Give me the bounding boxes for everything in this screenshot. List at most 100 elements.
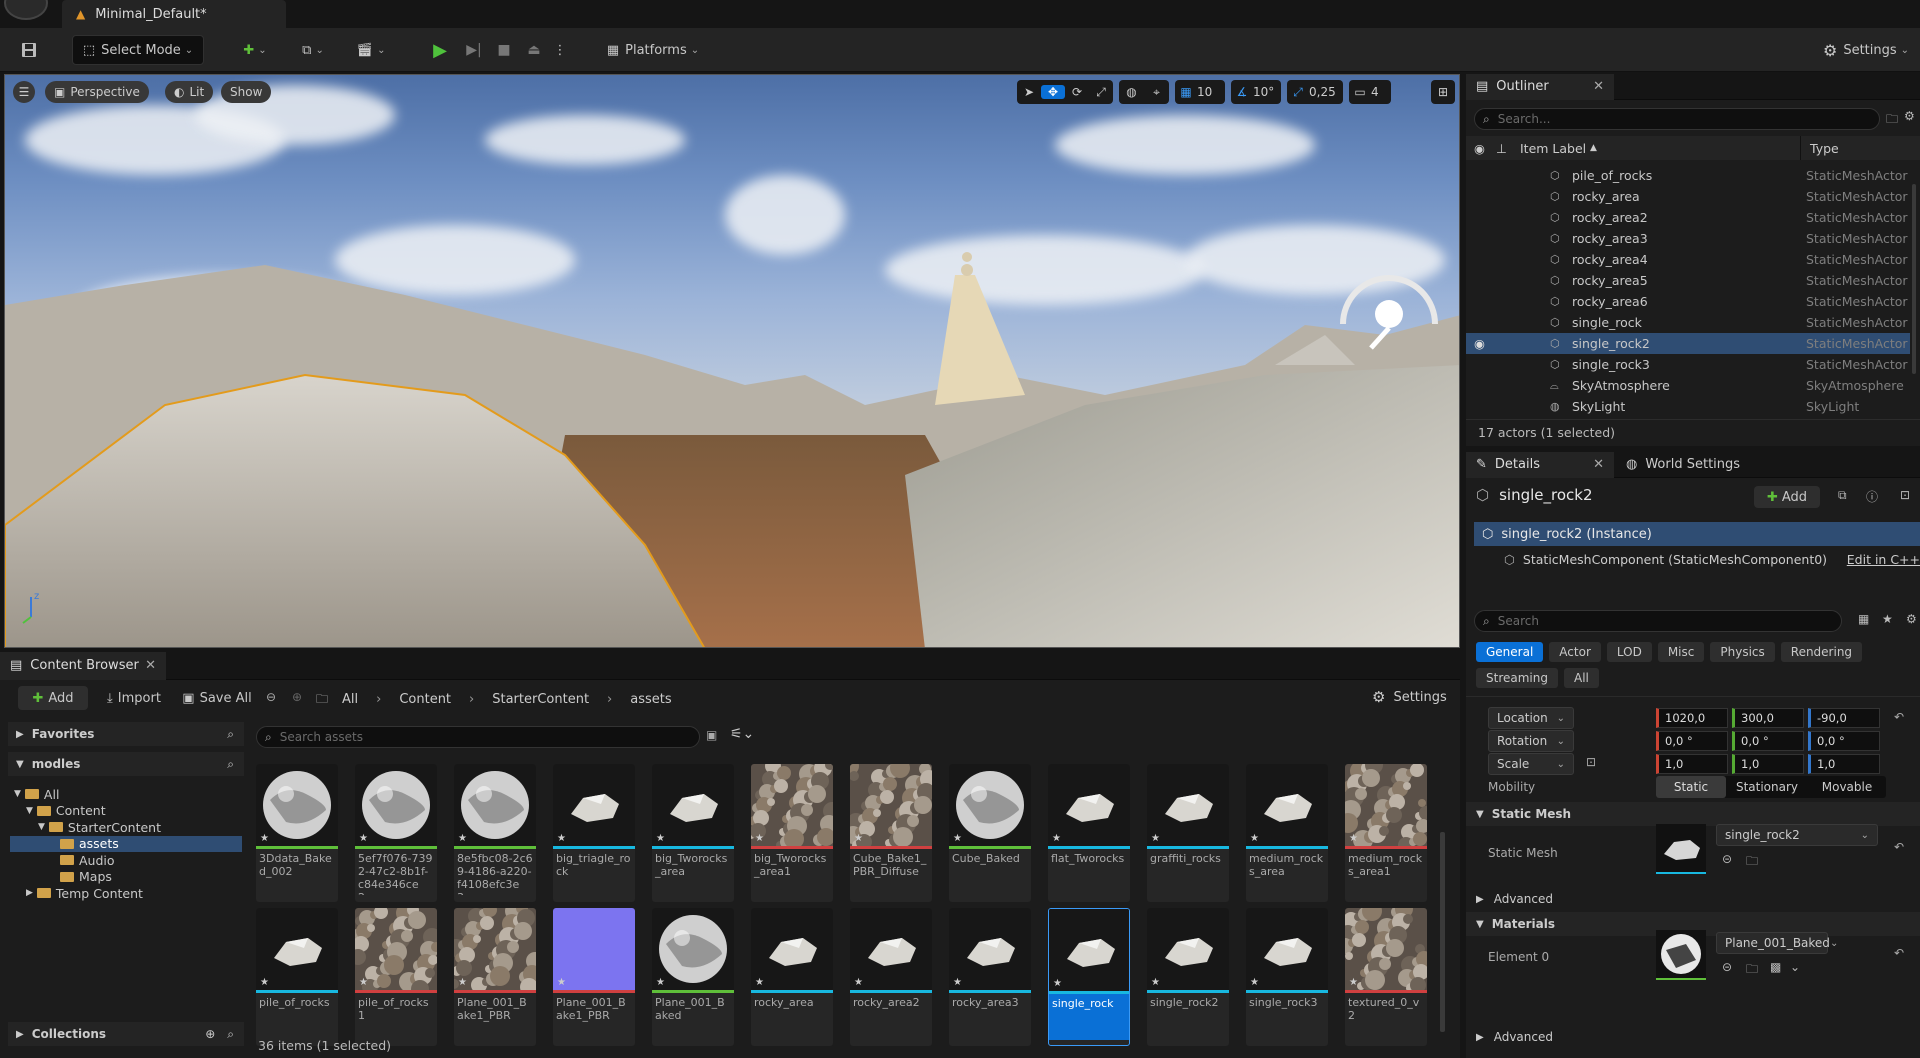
scale-dropdown[interactable]: Scale ⌄ [1488, 753, 1574, 775]
browse-arrow-icon[interactable]: ⊝ [1722, 960, 1732, 974]
search-icon[interactable]: ⌕ [227, 727, 234, 742]
asset-tile[interactable]: ★ single_rock3 [1246, 908, 1328, 1046]
asset-tile[interactable]: ★ medium_rocks_area [1246, 764, 1328, 902]
filter-chip-general[interactable]: General [1476, 642, 1544, 662]
close-icon[interactable]: ✕ [1593, 79, 1604, 94]
static-mesh-component-row[interactable]: ⬡ StaticMeshComponent (StaticMeshComponen… [1504, 548, 1920, 570]
favorite-star-icon[interactable]: ★ [755, 833, 764, 844]
details-search-input[interactable]: ⌕ Search [1474, 610, 1842, 632]
lit-button[interactable]: ◐ Lit [165, 81, 214, 103]
lock-icon[interactable]: ⊡ [1900, 488, 1910, 502]
static-mesh-dropdown[interactable]: single_rock2 ⌄ [1716, 824, 1878, 846]
favorite-star-icon[interactable]: ★ [1250, 833, 1259, 844]
outliner-row[interactable]: ◍ SkyLight SkyLight [1466, 396, 1910, 417]
favorite-star-icon[interactable]: ★ [854, 977, 863, 988]
outliner-row[interactable]: ⬡ rocky_area StaticMeshActor [1466, 186, 1910, 207]
cinematics-button[interactable]: 🎬︎ ⌄ [350, 35, 392, 65]
details-tab[interactable]: ✎ Details ✕ [1466, 451, 1614, 478]
filter-chip-misc[interactable]: Misc [1657, 642, 1705, 662]
mobility-movable[interactable]: Movable [1808, 776, 1886, 798]
asset-tile[interactable]: ★ Cube_Baked [949, 764, 1031, 902]
location-y-field[interactable]: 300,0 [1732, 708, 1804, 728]
favorite-star-icon[interactable]: ★ [359, 977, 368, 988]
unreal-logo-icon[interactable] [4, 0, 48, 20]
play-options-button[interactable]: ⋮ [550, 35, 570, 65]
asset-tile[interactable]: ★ single_rock2 [1147, 908, 1229, 1046]
pin-icon[interactable]: ⊥ [1496, 141, 1507, 156]
add-collection-icon[interactable]: ⊕ [205, 1027, 215, 1041]
add-content-button[interactable]: ✚ ⌄ [234, 35, 276, 65]
settings-dropdown[interactable]: ⚙ Settings ⌄ [1816, 35, 1916, 65]
asset-tile[interactable]: ★ textured_0_v2 [1345, 908, 1427, 1046]
location-dropdown[interactable]: Location ⌄ [1488, 707, 1574, 729]
outliner-row[interactable]: ◉ ⬡ single_rock2 StaticMeshActor [1466, 333, 1910, 354]
reset-icon[interactable]: ↶ [1894, 710, 1904, 724]
asset-tile[interactable]: ★ Plane_001_Baked [652, 908, 734, 1046]
blueprint-icon[interactable]: ⧉ [1838, 488, 1847, 503]
select-mode-dropdown[interactable]: ⬚ Select Mode ⌄ [72, 35, 204, 65]
import-button[interactable]: ⤓ Import [102, 686, 166, 710]
scale-snap-button[interactable]: ⤢ 0,25 [1287, 80, 1343, 104]
platforms-dropdown[interactable]: ▦ Platforms ⌄ [600, 35, 706, 65]
asset-tile[interactable]: ★ flat_Tworocks [1048, 764, 1130, 902]
breadcrumb-item[interactable]: StarterContent [492, 692, 589, 707]
blueprint-button[interactable]: ⧉ ⌄ [292, 35, 334, 65]
reset-icon[interactable]: ↶ [1894, 840, 1904, 854]
favorite-star-icon[interactable]: ★ [656, 977, 665, 988]
asset-tile[interactable]: ★ Plane_001_Bake1_PBR [454, 908, 536, 1046]
reset-icon[interactable]: ↶ [1894, 946, 1904, 960]
favorite-star-icon[interactable]: ★ [1250, 977, 1259, 988]
favorite-star-icon[interactable]: ★ [656, 833, 665, 844]
favorite-star-icon[interactable]: ★ [755, 977, 764, 988]
favorite-star-icon[interactable]: ★ [1052, 833, 1061, 844]
outliner-row[interactable]: ⬡ single_rock StaticMeshActor [1466, 312, 1910, 333]
cb-settings-button[interactable]: ⚙ Settings [1372, 688, 1447, 706]
collections-section[interactable]: ▶ Collections ⊕ ⌕ [8, 1022, 244, 1046]
outliner-row[interactable]: ⬡ rocky_area6 StaticMeshActor [1466, 291, 1910, 312]
tree-all[interactable]: ▼ All [10, 786, 242, 803]
outliner-search-input[interactable]: ⌕ Search... [1474, 108, 1880, 130]
move-tool-icon[interactable]: ✥ [1041, 85, 1065, 99]
outliner-row[interactable]: ⬡ pile_of_rocks StaticMeshActor [1466, 165, 1910, 186]
scale-y-field[interactable]: 1,0 [1732, 754, 1804, 774]
asset-tile[interactable]: ★ big_Tworocks_area [652, 764, 734, 902]
asset-scrollbar[interactable] [1440, 832, 1445, 1032]
asset-tile[interactable]: ★ big_Tworocks_area1 [751, 764, 833, 902]
save-all-button[interactable]: ▣ Save All [180, 686, 254, 710]
favorite-star-icon[interactable]: ★ [260, 977, 269, 988]
rotation-z-field[interactable]: 0,0 ° [1808, 731, 1880, 751]
asset-tile[interactable]: ★ big_triagle_rock [553, 764, 635, 902]
browse-folder-icon[interactable]: 🗀︎ [1746, 960, 1758, 981]
help-icon[interactable]: ⓘ [1866, 488, 1878, 505]
filter-chip-rendering[interactable]: Rendering [1780, 642, 1863, 662]
column-item-label[interactable]: Item Label [1520, 141, 1586, 156]
show-button[interactable]: Show [221, 81, 272, 103]
favorite-star-icon[interactable]: ★ [260, 833, 269, 844]
surface-snap-icon[interactable]: ⌖ [1144, 85, 1169, 100]
eject-button[interactable]: ⏏ [520, 35, 548, 65]
save-icon[interactable] [14, 35, 44, 65]
level-viewport[interactable]: ☰ ▣ Perspective ◐ Lit Show ➤ ✥ ⟳ ⤢ ◍ ⌖ ▦ 10… [4, 74, 1460, 648]
add-component-button[interactable]: ✚ Add [1754, 486, 1820, 508]
add-button[interactable]: ✚ Add [18, 686, 88, 710]
stop-button[interactable]: ■ [490, 35, 518, 65]
asset-tile[interactable]: ★ 8e5fbc08-2c69-4186-a220-f4108efc3e3... [454, 764, 536, 902]
outliner-row[interactable]: ⌓ SkyAtmosphere SkyAtmosphere [1466, 375, 1910, 396]
favorite-star-icon[interactable]: ★ [953, 977, 962, 988]
chevron-down-icon[interactable]: ⌄ [1790, 960, 1800, 974]
search-icon[interactable]: ⌕ [227, 757, 234, 772]
mobility-stationary[interactable]: Stationary [1726, 776, 1808, 798]
filter-chip-lod[interactable]: LOD [1606, 642, 1652, 662]
search-icon[interactable]: ⌕ [227, 1027, 234, 1042]
favorite-star-icon[interactable]: ★ [1151, 833, 1160, 844]
rotation-y-field[interactable]: 0,0 ° [1732, 731, 1804, 751]
scale-tool-icon[interactable]: ⤢ [1089, 85, 1113, 100]
angle-snap-button[interactable]: ∡ 10° [1231, 80, 1281, 104]
select-tool-icon[interactable]: ➤ [1017, 85, 1041, 99]
static-mesh-thumbnail[interactable] [1656, 824, 1706, 874]
grid-snap-button[interactable]: ▦ 10 [1175, 80, 1225, 104]
static-mesh-section[interactable]: ▼ Static Mesh [1466, 802, 1920, 826]
favorite-star-icon[interactable]: ★ [557, 977, 566, 988]
tree-audio[interactable]: Audio [10, 852, 242, 869]
browse-folder-icon[interactable]: 🗀︎ [1746, 852, 1758, 873]
